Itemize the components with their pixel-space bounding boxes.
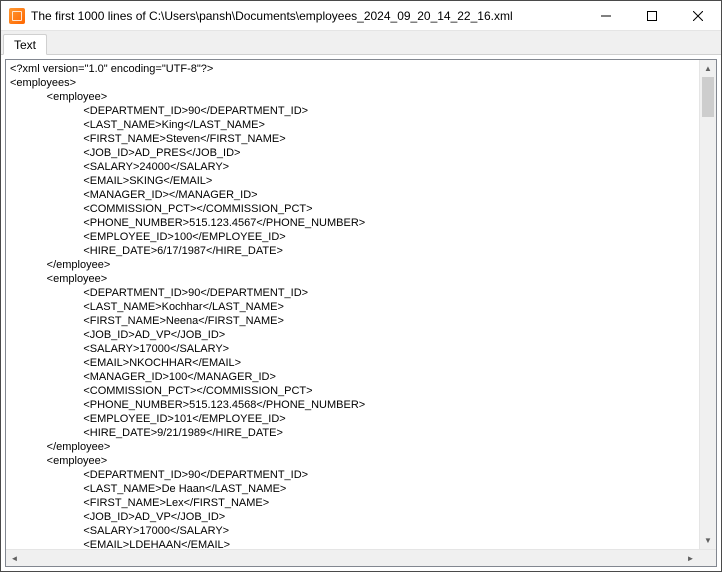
window-controls (583, 1, 721, 30)
minimize-icon (601, 11, 611, 21)
horizontal-scroll-track[interactable] (23, 550, 682, 566)
window-title: The first 1000 lines of C:\Users\pansh\D… (31, 9, 583, 23)
scrollbar-corner (699, 550, 716, 566)
text-viewport: <?xml version="1.0" encoding="UTF-8"?> <… (5, 59, 717, 567)
vertical-scrollbar[interactable]: ▲ ▼ (699, 60, 716, 549)
vertical-scroll-thumb[interactable] (702, 77, 714, 117)
scroll-up-arrow-icon[interactable]: ▲ (700, 60, 716, 77)
scroll-down-arrow-icon[interactable]: ▼ (700, 532, 716, 549)
close-icon (693, 11, 703, 21)
vertical-scroll-track[interactable] (700, 77, 716, 532)
horizontal-scrollbar[interactable]: ◄ ► (6, 549, 716, 566)
app-window: The first 1000 lines of C:\Users\pansh\D… (0, 0, 722, 572)
xml-text-content[interactable]: <?xml version="1.0" encoding="UTF-8"?> <… (6, 60, 699, 549)
maximize-button[interactable] (629, 1, 675, 30)
content-area: <?xml version="1.0" encoding="UTF-8"?> <… (1, 55, 721, 571)
scroll-left-arrow-icon[interactable]: ◄ (6, 550, 23, 566)
maximize-icon (647, 11, 657, 21)
tab-text[interactable]: Text (3, 34, 47, 55)
minimize-button[interactable] (583, 1, 629, 30)
app-icon (9, 8, 25, 24)
close-button[interactable] (675, 1, 721, 30)
titlebar[interactable]: The first 1000 lines of C:\Users\pansh\D… (1, 1, 721, 31)
tabstrip: Text (1, 31, 721, 55)
scroll-right-arrow-icon[interactable]: ► (682, 550, 699, 566)
